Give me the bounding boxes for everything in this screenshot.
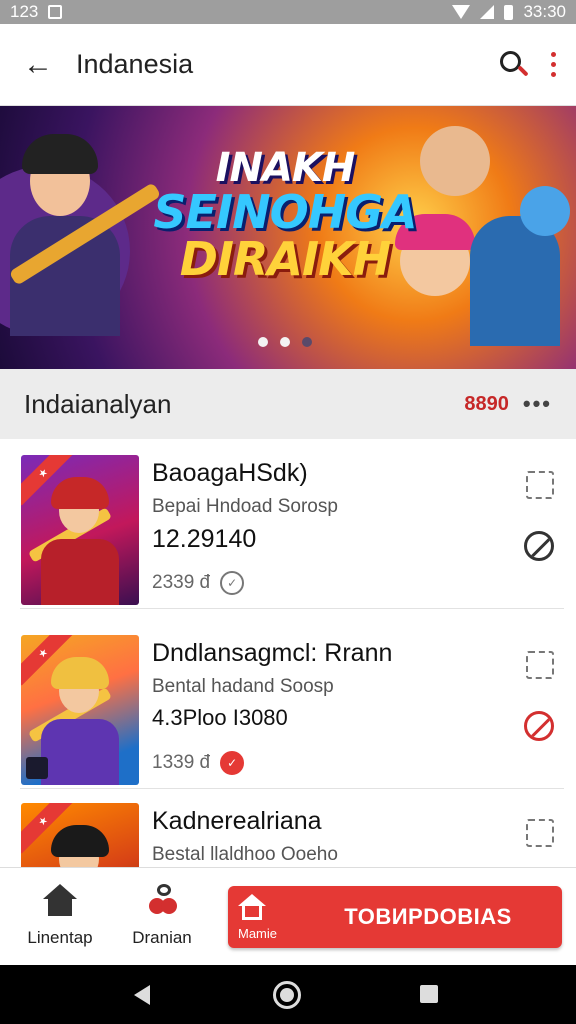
- more-options-button[interactable]: [551, 52, 556, 77]
- nav-item-home[interactable]: Linentap: [12, 884, 108, 948]
- section-title: Indaianalyan: [24, 388, 172, 419]
- list-item[interactable]: ★ BaoagaHSdk) Bepai Hndoad Sorosp 12.291…: [0, 439, 576, 609]
- system-recents-icon[interactable]: [420, 985, 438, 1003]
- list-item[interactable]: ★ Dndlansagmcl: Rrann Bental hadand Soos…: [0, 619, 576, 789]
- game-subtitle: Bepai Hndoad Sorosp: [152, 496, 338, 517]
- app-badge-icon: [26, 757, 48, 779]
- thumbnail-art: [51, 477, 109, 509]
- app-bar: ← Indanesia: [0, 24, 576, 106]
- game-subtitle: Bestal llaldhoo Ooeho: [152, 844, 338, 865]
- system-back-icon[interactable]: [134, 985, 150, 1005]
- nav-label-home: Linentap: [27, 928, 93, 947]
- game-title: BaoagaHSdk): [152, 459, 308, 487]
- arrow-left-icon: ←: [23, 47, 53, 81]
- home-icon-roof: [43, 884, 77, 899]
- home-icon: [43, 884, 77, 918]
- search-icon-handle: [517, 64, 529, 77]
- thumbnail-art: [41, 539, 119, 605]
- check-circle-icon: ✓: [220, 571, 245, 595]
- game-meta: 2339 đ ✓: [152, 571, 245, 595]
- section-header: Indaianalyan 8890 •••: [0, 369, 576, 439]
- status-bar: 123 33:30: [0, 0, 576, 24]
- block-button[interactable]: [524, 711, 554, 741]
- banner-title-line2: SEINOHGA: [153, 184, 417, 239]
- discover-icon: [145, 884, 179, 918]
- bookmark-button[interactable]: [526, 819, 554, 847]
- carousel-dot[interactable]: [258, 337, 268, 347]
- section-actions: 8890 •••: [464, 391, 552, 417]
- bookmark-button[interactable]: [526, 471, 554, 499]
- bookmark-button[interactable]: [526, 651, 554, 679]
- game-title: Kadnerealriana: [152, 807, 322, 835]
- game-thumbnail: ★: [21, 455, 139, 605]
- page-title: Indanesia: [76, 49, 194, 79]
- banner-title-line3: DIRAIKH: [179, 231, 392, 286]
- banner-title: INAKH SEINOHGA DIRAIKH: [150, 148, 420, 283]
- notification-icon: [48, 5, 63, 19]
- game-price: 4.3Ploo I3080: [152, 705, 288, 730]
- nav-item-discover[interactable]: Dranian: [114, 884, 210, 948]
- app-bar-actions: [499, 50, 576, 80]
- more-dot: [551, 62, 556, 67]
- game-meta-value: 1339 đ: [152, 752, 211, 773]
- game-price: 12.29140: [152, 525, 257, 553]
- cta-label: TOBИPDOBIAS: [344, 904, 512, 929]
- signal-icon: [480, 5, 495, 19]
- bottom-navigation: Linentap Dranian Mamie TOBИPDOBIAS: [0, 867, 576, 965]
- discover-icon-part: [157, 884, 171, 896]
- game-meta-value: 2339 đ: [152, 572, 211, 593]
- back-button[interactable]: ←: [0, 24, 76, 106]
- status-time: 33:30: [523, 2, 566, 21]
- game-subtitle: Bental hadand Soosp: [152, 676, 334, 697]
- more-horiz-icon[interactable]: •••: [523, 391, 552, 417]
- block-icon: [527, 714, 551, 738]
- banner-hero-helmet: [520, 186, 570, 236]
- nav-label-discover: Dranian: [132, 928, 192, 947]
- divider: [20, 608, 564, 609]
- system-navigation-bar: [0, 965, 576, 1024]
- carousel-indicator: [258, 337, 312, 347]
- block-button[interactable]: [524, 531, 554, 561]
- list-item[interactable]: ★ Kadnerealriana Bestal llaldhoo Ooeho: [0, 787, 576, 867]
- game-thumbnail: ★: [21, 635, 139, 785]
- carousel-dot[interactable]: [280, 337, 290, 347]
- thumbnail-art: [41, 719, 119, 785]
- game-title: Dndlansagmcl: Rrann: [152, 639, 393, 667]
- check-circle-icon: ✓: [220, 751, 245, 775]
- thumbnail-art: [51, 825, 109, 857]
- discover-icon-part: [161, 898, 177, 914]
- cta-sub-label: Mamie: [238, 926, 278, 941]
- thumbnail-art: [51, 657, 109, 689]
- game-list: ★ BaoagaHSdk) Bepai Hndoad Sorosp 12.291…: [0, 439, 576, 867]
- banner-title-line1: INAKH: [215, 145, 356, 191]
- carousel-dot[interactable]: [302, 337, 312, 347]
- primary-cta-button[interactable]: Mamie TOBИPDOBIAS: [228, 886, 562, 948]
- section-count: 8890: [464, 392, 509, 415]
- search-button[interactable]: [499, 50, 529, 80]
- promo-banner[interactable]: INAKH SEINOHGA DIRAIKH: [0, 106, 576, 369]
- banner-hero-right-face: [420, 126, 490, 196]
- home-outline-base: [242, 905, 262, 920]
- banner-hero-left-hair: [22, 134, 98, 174]
- wifi-icon: [452, 5, 471, 19]
- block-icon: [527, 534, 551, 558]
- more-vert-icon: [551, 52, 556, 57]
- status-left-text: 123: [10, 2, 39, 21]
- home-icon-base: [48, 898, 72, 916]
- game-meta: 1339 đ ✓: [152, 751, 245, 775]
- system-home-icon[interactable]: [273, 981, 301, 1009]
- more-dot: [551, 72, 556, 77]
- game-thumbnail: ★: [21, 803, 139, 867]
- battery-icon: [504, 4, 514, 20]
- home-outline-icon: [238, 894, 266, 922]
